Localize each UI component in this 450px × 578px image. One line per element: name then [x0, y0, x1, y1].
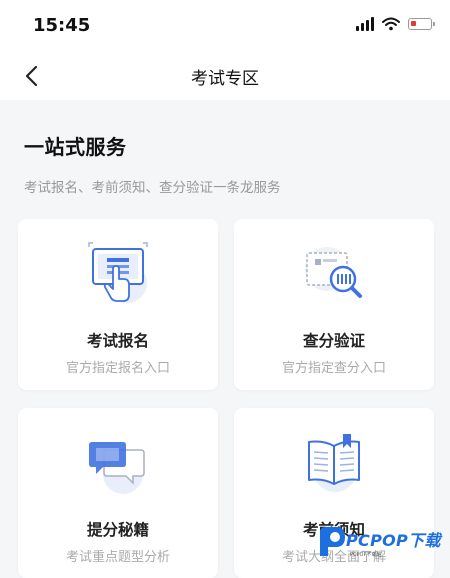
intro-title: 一站式服务 — [24, 135, 127, 159]
registration-screen-hand-icon — [88, 242, 148, 303]
page-title: 考试专区 — [191, 69, 259, 89]
watermark-brand: PCPOP下载 — [346, 531, 441, 550]
card-title: 查分验证 — [302, 332, 365, 350]
pcpop-logo-icon — [320, 527, 345, 556]
intro-section: 一站式服务 考试报名、考前须知、查分验证一条龙服务 — [24, 131, 281, 196]
battery-icon — [408, 18, 435, 30]
card-score-verification[interactable]: 查分验证 官方指定查分入口 — [234, 219, 434, 390]
status-time: 15:45 — [33, 15, 91, 36]
cellular-signal-icon — [356, 17, 374, 31]
card-exam-registration[interactable]: 考试报名 官方指定报名入口 — [18, 219, 218, 390]
status-bar: 15:45 — [0, 0, 450, 52]
watermark: PCPOP下载 PCPOP下载站 — [310, 518, 450, 565]
card-subtitle: 官方指定查分入口 — [281, 361, 386, 376]
chat-bubbles-icon — [89, 442, 145, 494]
card-subtitle: 官方指定报名入口 — [65, 361, 170, 376]
card-score-tips[interactable]: 提分秘籍 考试重点题型分析 — [18, 408, 218, 578]
watermark-small-text: PCPOP下载站 — [350, 552, 382, 558]
open-book-icon — [308, 434, 360, 492]
score-check-magnifier-icon — [305, 247, 362, 298]
wifi-icon — [382, 17, 400, 31]
card-subtitle: 考试重点题型分析 — [65, 550, 170, 565]
battery-level — [411, 21, 416, 26]
card-title: 提分秘籍 — [86, 521, 149, 539]
nav-bar: 考试专区 — [0, 52, 450, 100]
status-icons — [356, 17, 435, 31]
intro-subtitle: 考试报名、考前须知、查分验证一条龙服务 — [24, 180, 281, 196]
card-title: 考试报名 — [86, 332, 149, 350]
